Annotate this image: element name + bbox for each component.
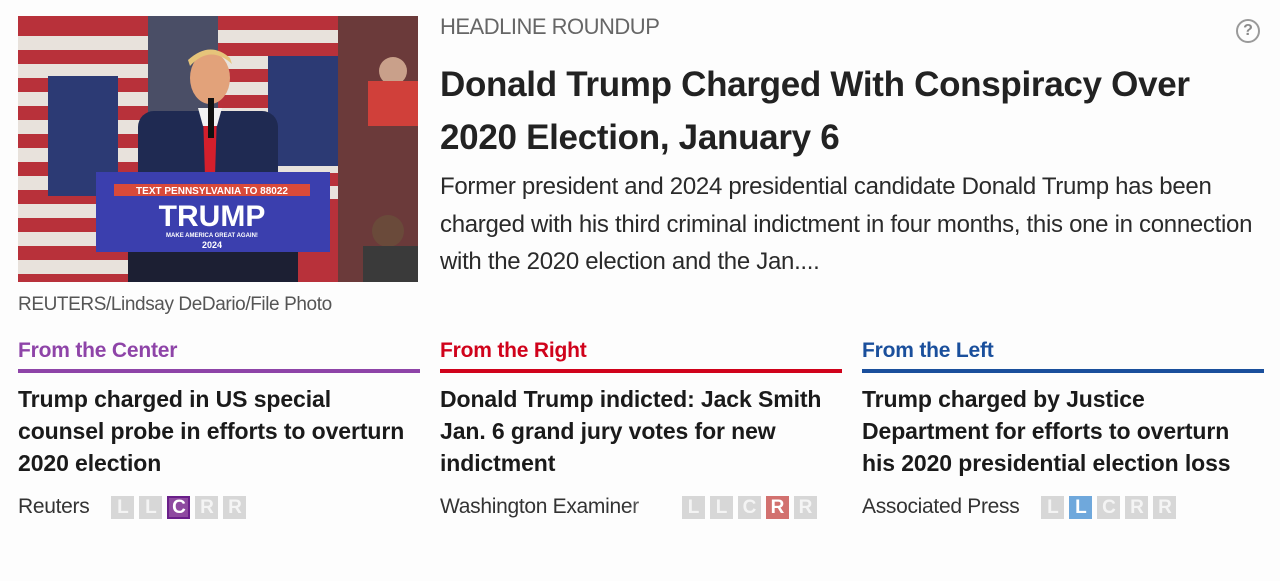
- article-headline-link[interactable]: Donald Trump indicted: Jack Smith Jan. 6…: [440, 383, 842, 479]
- bias-l-icon: L: [682, 495, 705, 519]
- bias-c-icon: C: [167, 495, 191, 519]
- source-row: Washington Examiner L L C R R: [440, 493, 842, 521]
- bias-rating[interactable]: L L C R R: [1041, 495, 1177, 519]
- bias-lean-r-icon: R: [1125, 495, 1149, 519]
- headline-summary: Former president and 2024 presidential c…: [440, 173, 1253, 275]
- bias-rating[interactable]: L L C R R: [111, 495, 247, 519]
- bias-c-icon: C: [738, 495, 761, 519]
- bias-r-icon: R: [794, 495, 817, 519]
- headline-title[interactable]: Donald Trump Charged With Conspiracy Ove…: [440, 58, 1240, 164]
- bias-l-icon: L: [1041, 495, 1065, 519]
- podium: TEXT PENNSYLVANIA TO 88022 TRUMP MAKE AM…: [96, 172, 330, 282]
- bias-r-icon: R: [1153, 495, 1177, 519]
- podium-slogan-bottom: MAKE AMERICA GREAT AGAIN!: [166, 233, 258, 239]
- help-icon[interactable]: ?: [1236, 19, 1260, 43]
- column-header: From the Left: [862, 339, 1264, 373]
- podium-slogan-top: TEXT PENNSYLVANIA TO 88022: [136, 186, 288, 197]
- bias-rating[interactable]: L L C R R: [682, 495, 817, 519]
- source-row: Reuters L L C R R: [18, 493, 420, 521]
- article-photo[interactable]: TEXT PENNSYLVANIA TO 88022 TRUMP MAKE AM…: [18, 16, 418, 282]
- podium-name: TRUMP: [159, 200, 266, 233]
- bias-lean-l-icon: L: [139, 495, 163, 519]
- bias-r-icon: R: [223, 495, 247, 519]
- bias-l-icon: L: [111, 495, 135, 519]
- article-headline-link[interactable]: Trump charged by Justice Department for …: [862, 383, 1264, 479]
- source-name[interactable]: Reuters: [18, 495, 89, 519]
- source-row: Associated Press L L C R R: [862, 493, 1264, 521]
- column-center: From the Center Trump charged in US spec…: [18, 339, 420, 521]
- photo-illustration: TEXT PENNSYLVANIA TO 88022 TRUMP MAKE AM…: [18, 16, 418, 282]
- photo-credit: REUTERS/Lindsay DeDario/File Photo: [18, 294, 332, 315]
- source-name[interactable]: Washington Examiner: [440, 495, 670, 519]
- column-right: From the Right Donald Trump indicted: Ja…: [440, 339, 842, 521]
- column-left: From the Left Trump charged by Justice D…: [862, 339, 1264, 521]
- article-headline-link[interactable]: Trump charged in US special counsel prob…: [18, 383, 420, 479]
- column-header: From the Center: [18, 339, 420, 373]
- bias-lean-r-icon: R: [195, 495, 219, 519]
- bias-lean-l-icon: L: [1069, 495, 1093, 519]
- bias-lean-r-icon: R: [766, 495, 789, 519]
- source-name[interactable]: Associated Press: [862, 495, 1019, 519]
- bias-lean-l-icon: L: [710, 495, 733, 519]
- section-kicker: HEADLINE ROUNDUP: [440, 14, 660, 39]
- bias-c-icon: C: [1097, 495, 1121, 519]
- podium-year: 2024: [202, 240, 222, 250]
- column-header: From the Right: [440, 339, 842, 373]
